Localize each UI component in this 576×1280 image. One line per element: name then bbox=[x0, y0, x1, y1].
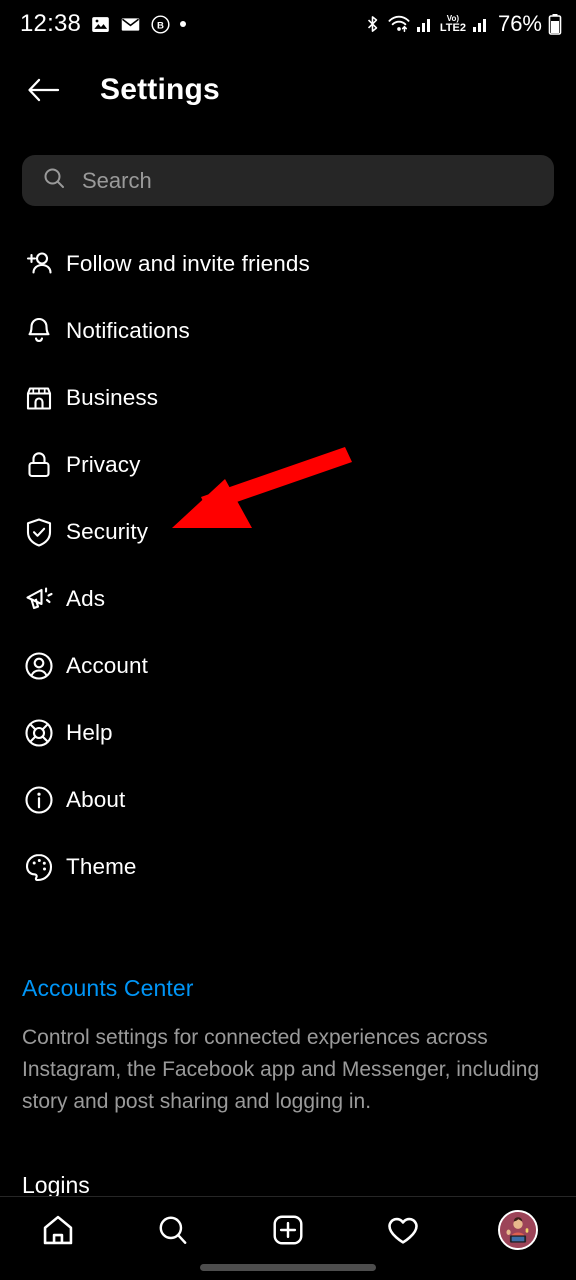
battery-icon bbox=[548, 13, 562, 35]
dot-icon bbox=[180, 21, 187, 27]
search-bar-container: Search bbox=[22, 155, 554, 206]
search-placeholder: Search bbox=[82, 167, 152, 193]
menu-item-about[interactable]: About bbox=[0, 766, 576, 833]
menu-item-theme[interactable]: Theme bbox=[0, 833, 576, 900]
status-bar-left: 12:38 B bbox=[20, 10, 187, 38]
settings-scroll-area[interactable]: Search Follow and invite friends Notific… bbox=[0, 132, 576, 1196]
nav-profile-avatar[interactable] bbox=[487, 1204, 549, 1256]
gesture-bar bbox=[200, 1264, 376, 1271]
menu-item-label: Theme bbox=[66, 853, 137, 879]
menu-item-notifications[interactable]: Notifications bbox=[0, 297, 576, 364]
menu-item-label: Follow and invite friends bbox=[66, 250, 310, 276]
signal-bars-icon-2 bbox=[472, 15, 490, 33]
nav-search-icon[interactable] bbox=[142, 1204, 204, 1256]
battery-percent: 76% bbox=[497, 11, 542, 36]
life-ring-icon bbox=[22, 716, 56, 750]
nav-create-plus-square-icon[interactable] bbox=[257, 1204, 319, 1256]
menu-item-label: Privacy bbox=[66, 451, 141, 477]
menu-item-business[interactable]: Business bbox=[0, 364, 576, 431]
app-header: Settings bbox=[0, 48, 576, 132]
menu-item-label: Notifications bbox=[66, 317, 190, 343]
nav-home-icon[interactable] bbox=[27, 1204, 89, 1256]
b-badge-icon: B bbox=[150, 14, 171, 35]
svg-text:B: B bbox=[157, 20, 164, 31]
menu-item-label: About bbox=[66, 786, 126, 812]
accounts-center-link[interactable]: Accounts Center bbox=[22, 975, 194, 1002]
menu-item-label: Account bbox=[66, 652, 148, 678]
bluetooth-icon bbox=[363, 13, 382, 35]
account-circle-icon bbox=[22, 649, 56, 683]
person-add-icon bbox=[22, 247, 56, 281]
menu-item-account[interactable]: Account bbox=[0, 632, 576, 699]
menu-item-label: Business bbox=[66, 384, 159, 410]
logins-section-heading: Logins bbox=[22, 1172, 90, 1196]
accounts-center-description: Control settings for connected experienc… bbox=[22, 1026, 540, 1114]
menu-item-label: Security bbox=[66, 518, 149, 544]
menu-item-help[interactable]: Help bbox=[0, 699, 576, 766]
palette-icon bbox=[22, 850, 56, 884]
menu-item-label: Ads bbox=[66, 585, 106, 611]
bottom-navigation-bar bbox=[0, 1197, 576, 1263]
image-icon bbox=[90, 14, 111, 35]
bell-icon bbox=[22, 314, 56, 348]
nav-activity-heart-icon[interactable] bbox=[372, 1204, 434, 1256]
volte-indicator: Vo) LTE2 bbox=[439, 13, 466, 34]
shield-check-icon bbox=[22, 515, 56, 549]
signal-bars-icon bbox=[416, 15, 434, 33]
avatar bbox=[498, 1210, 539, 1250]
page-title: Settings bbox=[100, 73, 220, 106]
status-bar: 12:38 B Vo) LTE2 76% bbox=[0, 0, 576, 48]
status-time: 12:38 bbox=[20, 10, 82, 37]
wifi-icon bbox=[388, 14, 410, 34]
status-bar-right: Vo) LTE2 76% bbox=[363, 11, 562, 37]
instagram-settings-screen: 12:38 B Vo) LTE2 76% Settings Search Fol… bbox=[0, 0, 576, 1280]
back-arrow-icon[interactable] bbox=[22, 68, 66, 112]
menu-item-follow-and-invite-friends[interactable]: Follow and invite friends bbox=[0, 230, 576, 297]
menu-item-security[interactable]: Security bbox=[0, 498, 576, 565]
megaphone-icon bbox=[22, 582, 56, 616]
envelope-icon bbox=[120, 14, 141, 35]
settings-menu: Follow and invite friends Notifications bbox=[0, 230, 576, 900]
storefront-icon bbox=[22, 381, 56, 415]
search-icon bbox=[42, 166, 66, 195]
menu-item-ads[interactable]: Ads bbox=[0, 565, 576, 632]
menu-item-label: Help bbox=[66, 719, 113, 745]
search-input[interactable]: Search bbox=[22, 155, 554, 206]
accounts-center-section: Accounts Center Control settings for con… bbox=[22, 975, 556, 1118]
lock-icon bbox=[22, 448, 56, 482]
menu-item-privacy[interactable]: Privacy bbox=[0, 431, 576, 498]
info-circle-icon bbox=[22, 783, 56, 817]
